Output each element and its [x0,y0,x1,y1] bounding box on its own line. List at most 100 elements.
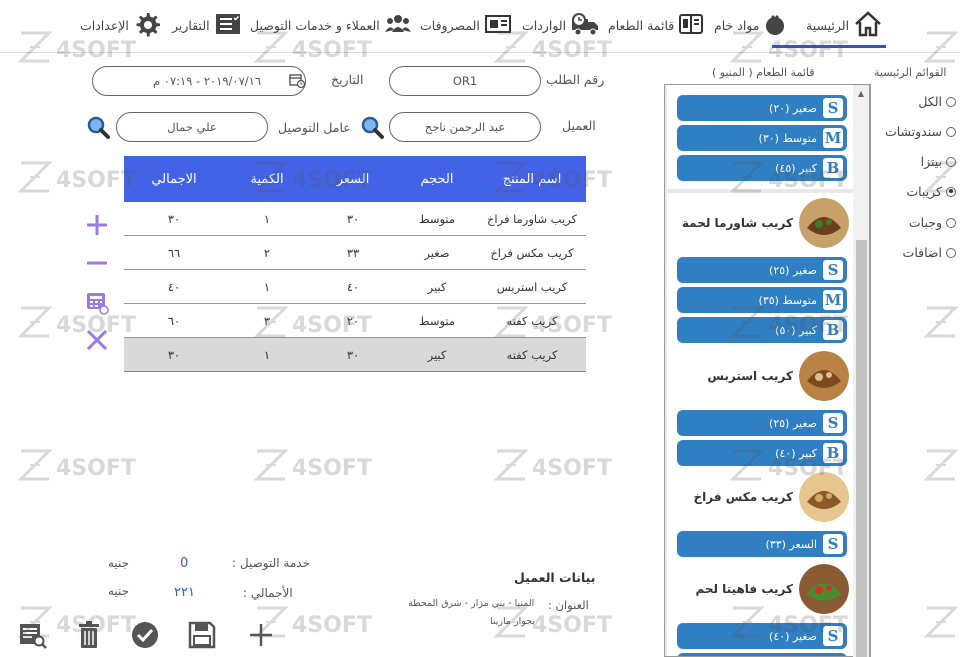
driver-label: عامل التوصيل [278,120,351,135]
tomato-icon [763,11,787,40]
scroll-up-arrow-icon[interactable]: ▲ [854,86,868,100]
calendar-clock-icon[interactable] [289,72,306,91]
nav-home-label: الرئيسية [806,17,850,33]
nav-active-indicator [772,45,886,48]
invoice-search-button[interactable] [18,620,48,650]
nav-food-menu[interactable]: قائمة الطعام [608,10,704,40]
size-option-button[interactable]: كبير (٥٠) B [677,317,847,343]
nav-raw-materials[interactable]: مواد خام [714,10,787,40]
size-option-button[interactable]: صغير (٢٥) S [677,257,847,283]
edit-item-button[interactable] [84,290,110,316]
menu-item-card[interactable]: كريب فاهيتا لحم صغير (٤٠) S M [667,559,853,656]
watermark-logo-icon [17,448,53,488]
cell-qty: ١ [263,211,271,226]
subtract-quantity-button[interactable] [84,250,110,276]
radio-button[interactable] [946,186,956,197]
size-option-button[interactable]: صغير (٢٠) S [677,95,847,121]
col-header-size: الحجم [420,171,454,187]
menu-item-card[interactable]: كريب شاورما لحمة صغير (٢٥) S متوسط (٣٥) M كبي… [667,193,853,347]
watermark-logo-icon [17,30,53,70]
size-price-label: صغير (٢٥) [769,416,817,430]
watermark-text: 4SOFT [292,37,372,63]
nav-reports-label: التقارير [172,17,210,33]
category-option[interactable]: اضافات [903,245,956,260]
table-row[interactable]: كريب مكس فراخ صغير ٣٣ ٢ ٦٦ [124,236,586,270]
menu-items-panel: صغير (٢٠) S متوسط (٣٠) M كبير (٤٥) B كريب شاور… [664,84,870,657]
menu-item-card[interactable]: كريب مكس فراخ السعر (٣٣) S [667,467,853,561]
main-categories-title: القوائم الرئيسية [874,66,947,79]
col-header-product: اسم المنتج [502,171,562,187]
table-row[interactable]: كريب شاورما فراخ متوسط ٣٠ ١ ٣٠ [124,202,586,236]
size-option-button[interactable]: متوسط (٣٥) M [677,287,847,313]
size-option-button[interactable]: متوسط (٣٠) M [677,125,847,151]
radio-button[interactable] [946,156,956,167]
nav-home[interactable]: الرئيسية [806,10,883,40]
customer-field[interactable]: عبد الرحمن ناجح [389,112,541,142]
radio-button[interactable] [946,217,956,228]
nav-reports[interactable]: التقارير [172,10,242,40]
table-header: اسم المنتج الحجم السعر الكمية الاجمالي [124,156,586,202]
nav-raw-materials-label: مواد خام [714,17,760,33]
confirm-order-button[interactable] [130,620,160,650]
menu-scroll-thumb[interactable] [856,240,867,657]
size-option-button[interactable]: صغير (٢٥) S [677,410,847,436]
category-label: وجبات [908,215,942,230]
category-option[interactable]: سندوتشات [885,124,956,139]
size-price-label: صغير (٢٥) [769,263,817,277]
category-option[interactable]: وجبات [909,215,956,230]
size-option-button[interactable]: كبير (٤٠) B [677,440,847,466]
categories-panel: الكل سندوتشات بيتزا كريبات وجبات اضافات [870,84,960,657]
cell-total: ٣٠ [167,211,181,226]
date-picker-field[interactable]: ٢٠١٩/٠٧/١٦ - ٠٧:١٩ م [92,66,306,96]
size-option-button[interactable]: M [677,653,847,656]
radio-button[interactable] [946,247,956,258]
address-line-1: المنيا - بني مزار - شرق المحطة [408,598,535,609]
radio-button[interactable] [946,96,956,107]
table-row[interactable]: كريب كفته متوسط ٢٠ ٣ ٦٠ [124,304,586,338]
save-order-button[interactable] [187,620,217,650]
table-row[interactable]: كريب استربس كبير ٤٠ ١ ٤٠ [124,270,586,304]
delivery-label: خدمة التوصيل : [232,556,310,570]
category-option[interactable]: بيتزا [921,154,956,169]
remove-item-button[interactable] [84,327,110,353]
size-letter-icon: B [823,443,843,463]
table-row[interactable]: كريب كفته كبير ٣٠ ١ ٣٠ [124,338,586,372]
nav-expenses[interactable]: المصروفات [420,10,512,40]
delete-order-button[interactable] [74,620,104,650]
size-price-label: كبير (٥٠) [775,323,817,337]
order-number-field[interactable]: OR1 [389,66,541,96]
cash-register-icon [484,12,512,39]
watermark-text: 4SOFT [292,612,372,638]
category-option[interactable]: الكل [918,94,956,109]
size-option-button[interactable]: صغير (٤٠) S [677,623,847,649]
watermark-logo-icon [17,160,53,200]
watermark [923,30,959,70]
radio-button[interactable] [946,126,956,137]
menu-item-card: صغير (٢٠) S متوسط (٣٠) M كبير (٤٥) B [667,85,853,189]
menu-item-name: كريب مكس فراخ [693,490,793,504]
address-line-2: بجوار مارينا [490,616,535,627]
menu-book-icon [678,12,704,39]
nav-income[interactable]: الواردات [522,10,600,40]
nav-customers-delivery[interactable]: العملاء و خدمات التوصيل [250,10,412,40]
watermark: 4SOFT [493,448,612,488]
date-label: التاريخ [331,72,364,87]
customer-search-button[interactable] [359,114,385,140]
category-label: سندوتشات [884,124,942,139]
category-option[interactable]: كريبات [906,184,956,199]
add-quantity-button[interactable] [84,212,110,238]
menu-item-card[interactable]: كريب استربس صغير (٢٥) S كبير (٤٠) B [667,346,853,470]
total-label: الأجمالي : [243,586,293,600]
cell-qty: ١ [263,347,271,362]
size-letter-icon: B [823,320,843,340]
cell-price: ٣٠ [346,347,360,362]
size-option-button[interactable]: السعر (٣٣) S [677,531,847,557]
size-option-button[interactable]: كبير (٤٥) B [677,155,847,181]
nav-settings[interactable]: الإعدادات [80,10,161,40]
new-order-button[interactable] [246,620,276,650]
size-price-label: متوسط (٣٠) [758,131,817,145]
driver-field[interactable]: علي جمال [116,112,268,142]
size-letter-icon: S [823,260,843,280]
driver-search-button[interactable] [85,114,111,140]
nav-income-label: الواردات [522,17,567,33]
